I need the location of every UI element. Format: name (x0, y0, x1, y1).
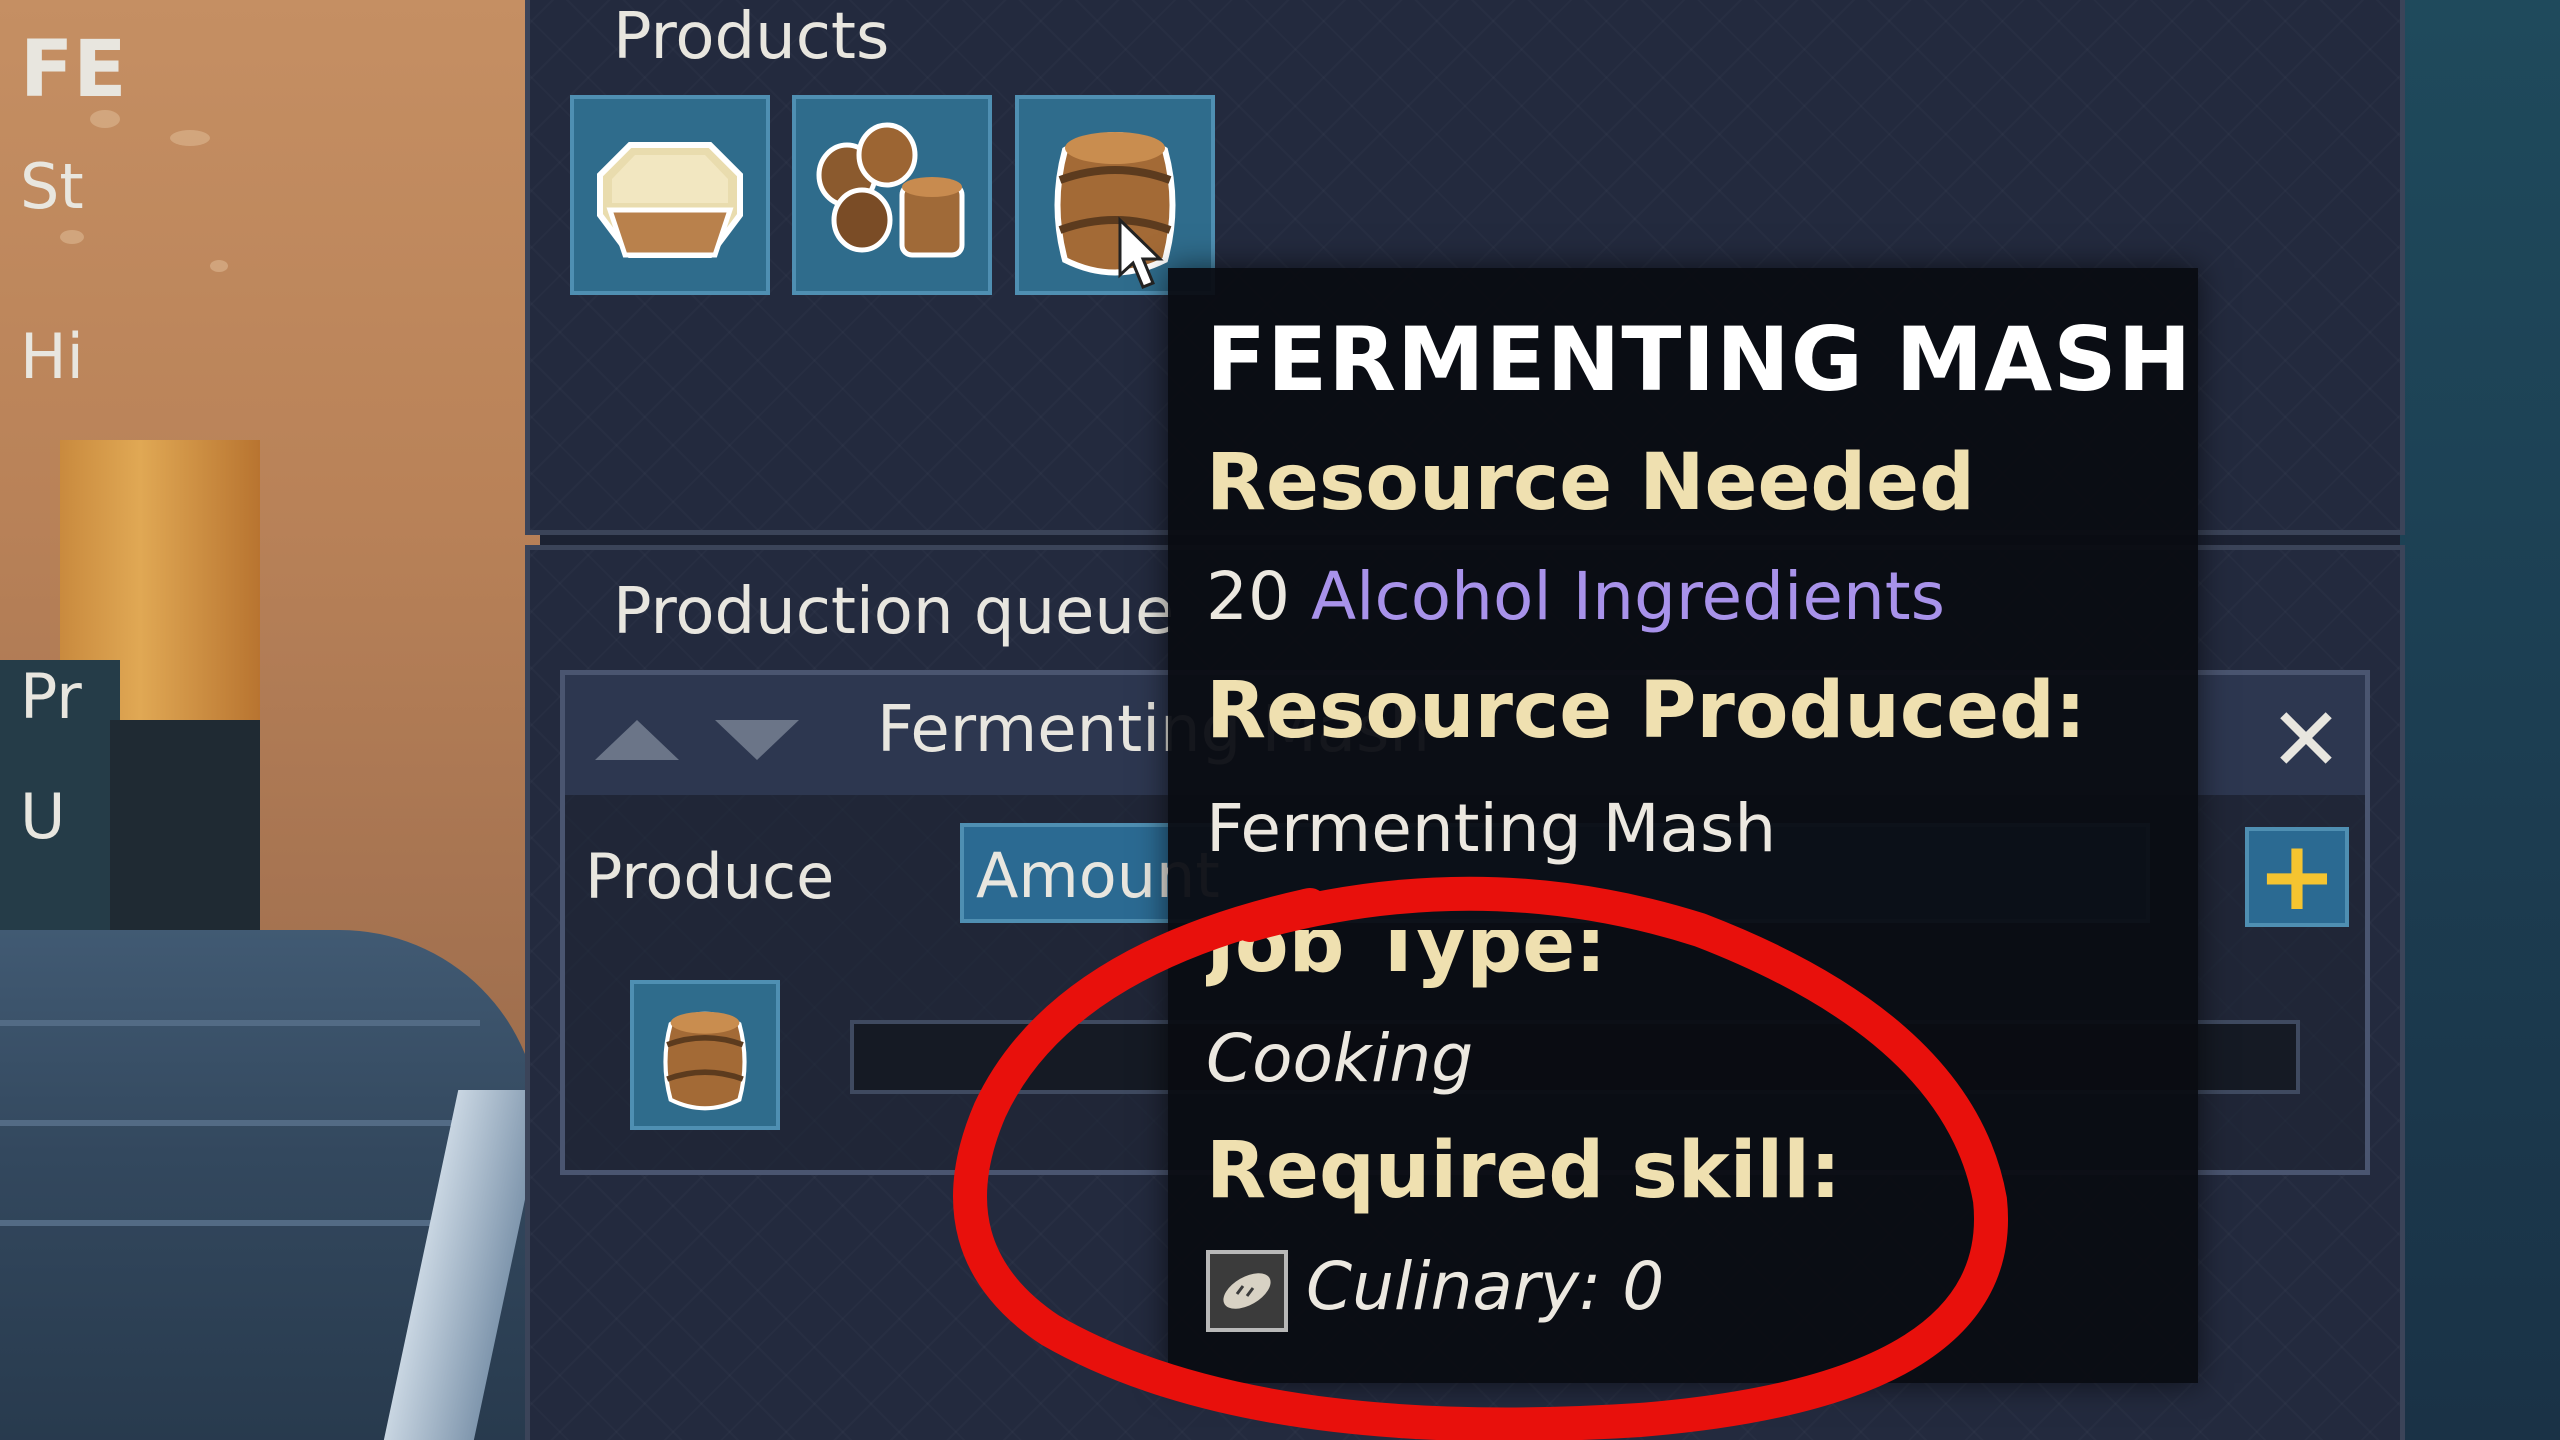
resource-needed-amount: 20 (1206, 558, 1290, 635)
right-panel-line-1: St (20, 150, 84, 223)
right-panel-line-2: Hi (20, 320, 84, 393)
required-skill-heading: Required skill: (1206, 1126, 1842, 1216)
resource-needed-heading: Resource Needed (1206, 438, 1975, 528)
right-panel-line-3: Pr (20, 660, 82, 733)
mouse-cursor-icon (1118, 216, 1164, 289)
required-skill-value: Culinary: 0 (1306, 1248, 1665, 1325)
barrel-icon (663, 1011, 747, 1111)
move-down-icon[interactable] (715, 720, 799, 760)
bread-icon (1206, 1250, 1288, 1332)
product-slot-pie[interactable] (570, 95, 770, 295)
queue-entry-item-slot (630, 980, 780, 1130)
resource-produced-value: Fermenting Mash (1206, 790, 1777, 867)
product-slot-logs[interactable] (792, 95, 992, 295)
plus-icon[interactable]: + (2245, 827, 2349, 927)
move-up-icon[interactable] (595, 720, 679, 760)
job-type-value: Cooking (1206, 1020, 1474, 1097)
production-queue-title: Production queue (613, 575, 1175, 649)
produce-label: Produce (585, 840, 835, 913)
resource-needed-line: 20 Alcohol Ingredients (1206, 558, 1945, 635)
item-tooltip: FERMENTING MASH Resource Needed 20 Alcoh… (1168, 268, 2198, 1383)
resource-needed-item: Alcohol Ingredients (1310, 558, 1946, 635)
close-icon[interactable]: ✕ (2261, 695, 2351, 785)
job-type-heading: Job Type: (1206, 900, 1607, 990)
products-title: Products (613, 0, 890, 74)
wood-logs-icon (816, 122, 965, 258)
water (2400, 0, 2560, 1440)
right-panel-header: FE (20, 25, 127, 115)
resource-produced-heading: Resource Produced: (1206, 666, 2087, 756)
pie-crust-icon (597, 142, 743, 258)
right-panel-line-4: U (20, 780, 66, 853)
tooltip-title: FERMENTING MASH (1206, 308, 2193, 411)
